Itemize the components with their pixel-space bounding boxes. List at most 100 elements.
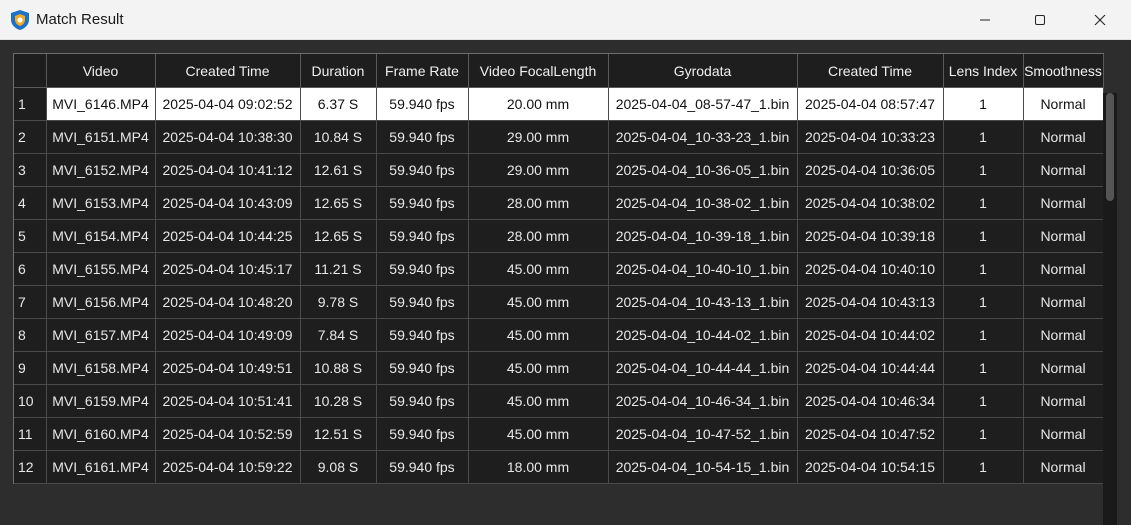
cell-duration[interactable]: 6.37 S	[300, 87, 377, 121]
cell-created-time[interactable]: 2025-04-04 10:44:25	[155, 219, 301, 253]
cell-frame-rate[interactable]: 59.940 fps	[376, 450, 469, 484]
table-row[interactable]: 1 MVI_6146.MP4 2025-04-04 09:02:52 6.37 S 59…	[14, 87, 1104, 121]
cell-gyro-created-time[interactable]: 2025-04-04 10:47:52	[797, 417, 944, 451]
cell-video[interactable]: MVI_6156.MP4	[46, 285, 156, 319]
table-row[interactable]: 6 MVI_6155.MP4 2025-04-04 10:45:17 11.21 S5…	[14, 252, 1104, 286]
cell-smoothness[interactable]: Normal	[1023, 153, 1104, 187]
cell-video[interactable]: MVI_6155.MP4	[46, 252, 156, 286]
column-header-video-focal-length[interactable]: Video FocalLength	[468, 54, 609, 88]
cell-smoothness[interactable]: Normal	[1023, 318, 1104, 352]
cell-lens-index[interactable]: 1	[943, 153, 1024, 187]
cell-gyrodata[interactable]: 2025-04-04_10-39-18_1.bin	[608, 219, 798, 253]
cell-row-number[interactable]: 5	[14, 219, 47, 253]
cell-gyrodata[interactable]: 2025-04-04_08-57-47_1.bin	[608, 87, 798, 121]
cell-gyrodata[interactable]: 2025-04-04_10-44-02_1.bin	[608, 318, 798, 352]
cell-duration[interactable]: 10.84 S	[300, 120, 377, 154]
cell-row-number[interactable]: 12	[14, 450, 47, 484]
cell-duration[interactable]: 12.51 S	[300, 417, 377, 451]
cell-lens-index[interactable]: 1	[943, 285, 1024, 319]
cell-frame-rate[interactable]: 59.940 fps	[376, 351, 469, 385]
cell-gyro-created-time[interactable]: 2025-04-04 10:40:10	[797, 252, 944, 286]
cell-smoothness[interactable]: Normal	[1023, 285, 1104, 319]
cell-gyro-created-time[interactable]: 2025-04-04 10:36:05	[797, 153, 944, 187]
cell-frame-rate[interactable]: 59.940 fps	[376, 153, 469, 187]
cell-video-focal-length[interactable]: 18.00 mm	[468, 450, 609, 484]
cell-video-focal-length[interactable]: 29.00 mm	[468, 120, 609, 154]
table-row[interactable]: 9 MVI_6158.MP4 2025-04-04 10:49:51 10.88 S5…	[14, 351, 1104, 385]
cell-frame-rate[interactable]: 59.940 fps	[376, 219, 469, 253]
cell-gyro-created-time[interactable]: 2025-04-04 08:57:47	[797, 87, 944, 121]
cell-video[interactable]: MVI_6157.MP4	[46, 318, 156, 352]
scrollbar-thumb[interactable]	[1106, 93, 1114, 201]
cell-video[interactable]: MVI_6158.MP4	[46, 351, 156, 385]
vertical-scrollbar[interactable]	[1103, 93, 1117, 525]
cell-smoothness[interactable]: Normal	[1023, 120, 1104, 154]
cell-row-number[interactable]: 4	[14, 186, 47, 220]
cell-lens-index[interactable]: 1	[943, 87, 1024, 121]
cell-gyrodata[interactable]: 2025-04-04_10-40-10_1.bin	[608, 252, 798, 286]
cell-gyrodata[interactable]: 2025-04-04_10-44-44_1.bin	[608, 351, 798, 385]
minimize-button[interactable]	[962, 0, 1008, 40]
cell-video-focal-length[interactable]: 45.00 mm	[468, 285, 609, 319]
cell-frame-rate[interactable]: 59.940 fps	[376, 186, 469, 220]
cell-duration[interactable]: 9.78 S	[300, 285, 377, 319]
cell-lens-index[interactable]: 1	[943, 450, 1024, 484]
cell-frame-rate[interactable]: 59.940 fps	[376, 318, 469, 352]
table-row[interactable]: 7 MVI_6156.MP4 2025-04-04 10:48:20 9.78 S 59…	[14, 285, 1104, 319]
cell-row-number[interactable]: 6	[14, 252, 47, 286]
close-button[interactable]	[1077, 0, 1123, 40]
table-row[interactable]: 11 MVI_6160.MP4 2025-04-04 10:52:59 12.51 S…	[14, 417, 1104, 451]
cell-created-time[interactable]: 2025-04-04 10:52:59	[155, 417, 301, 451]
cell-lens-index[interactable]: 1	[943, 417, 1024, 451]
column-header-frame-rate[interactable]: Frame Rate	[376, 54, 469, 88]
cell-video[interactable]: MVI_6154.MP4	[46, 219, 156, 253]
table-row[interactable]: 3 MVI_6152.MP4 2025-04-04 10:41:12 12.61 S5…	[14, 153, 1104, 187]
cell-video-focal-length[interactable]: 28.00 mm	[468, 186, 609, 220]
cell-row-number[interactable]: 3	[14, 153, 47, 187]
cell-gyrodata[interactable]: 2025-04-04_10-46-34_1.bin	[608, 384, 798, 418]
cell-frame-rate[interactable]: 59.940 fps	[376, 417, 469, 451]
cell-created-time[interactable]: 2025-04-04 10:41:12	[155, 153, 301, 187]
cell-frame-rate[interactable]: 59.940 fps	[376, 285, 469, 319]
cell-video-focal-length[interactable]: 45.00 mm	[468, 318, 609, 352]
cell-created-time[interactable]: 2025-04-04 10:59:22	[155, 450, 301, 484]
cell-video-focal-length[interactable]: 20.00 mm	[468, 87, 609, 121]
cell-video[interactable]: MVI_6159.MP4	[46, 384, 156, 418]
cell-row-number[interactable]: 11	[14, 417, 47, 451]
cell-created-time[interactable]: 2025-04-04 10:48:20	[155, 285, 301, 319]
column-header-gyrodata[interactable]: Gyrodata	[608, 54, 798, 88]
cell-created-time[interactable]: 2025-04-04 10:49:51	[155, 351, 301, 385]
table-row[interactable]: 4 MVI_6153.MP4 2025-04-04 10:43:09 12.65 S5…	[14, 186, 1104, 220]
table-row[interactable]: 5 MVI_6154.MP4 2025-04-04 10:44:25 12.65 S5…	[14, 219, 1104, 253]
cell-created-time[interactable]: 2025-04-04 10:38:30	[155, 120, 301, 154]
cell-duration[interactable]: 9.08 S	[300, 450, 377, 484]
cell-created-time[interactable]: 2025-04-04 09:02:52	[155, 87, 301, 121]
cell-gyrodata[interactable]: 2025-04-04_10-43-13_1.bin	[608, 285, 798, 319]
cell-video[interactable]: MVI_6160.MP4	[46, 417, 156, 451]
column-header-created-time[interactable]: Created Time	[155, 54, 301, 88]
cell-row-number[interactable]: 9	[14, 351, 47, 385]
column-header-gyro-created-time[interactable]: Created Time	[797, 54, 944, 88]
cell-video[interactable]: MVI_6153.MP4	[46, 186, 156, 220]
cell-lens-index[interactable]: 1	[943, 186, 1024, 220]
cell-frame-rate[interactable]: 59.940 fps	[376, 87, 469, 121]
cell-created-time[interactable]: 2025-04-04 10:43:09	[155, 186, 301, 220]
cell-smoothness[interactable]: Normal	[1023, 186, 1104, 220]
cell-duration[interactable]: 12.65 S	[300, 186, 377, 220]
cell-duration[interactable]: 11.21 S	[300, 252, 377, 286]
column-header-row-number[interactable]	[14, 54, 47, 88]
column-header-duration[interactable]: Duration	[300, 54, 377, 88]
cell-gyro-created-time[interactable]: 2025-04-04 10:33:23	[797, 120, 944, 154]
cell-video-focal-length[interactable]: 45.00 mm	[468, 252, 609, 286]
cell-gyro-created-time[interactable]: 2025-04-04 10:44:02	[797, 318, 944, 352]
cell-row-number[interactable]: 2	[14, 120, 47, 154]
match-result-table[interactable]: Video Created Time Duration Frame Rate Video…	[13, 53, 1104, 484]
cell-gyrodata[interactable]: 2025-04-04_10-33-23_1.bin	[608, 120, 798, 154]
cell-frame-rate[interactable]: 59.940 fps	[376, 252, 469, 286]
cell-smoothness[interactable]: Normal	[1023, 87, 1104, 121]
cell-gyro-created-time[interactable]: 2025-04-04 10:44:44	[797, 351, 944, 385]
maximize-button[interactable]	[1017, 0, 1063, 40]
cell-smoothness[interactable]: Normal	[1023, 351, 1104, 385]
cell-video-focal-length[interactable]: 45.00 mm	[468, 384, 609, 418]
cell-video[interactable]: MVI_6146.MP4	[46, 87, 156, 121]
